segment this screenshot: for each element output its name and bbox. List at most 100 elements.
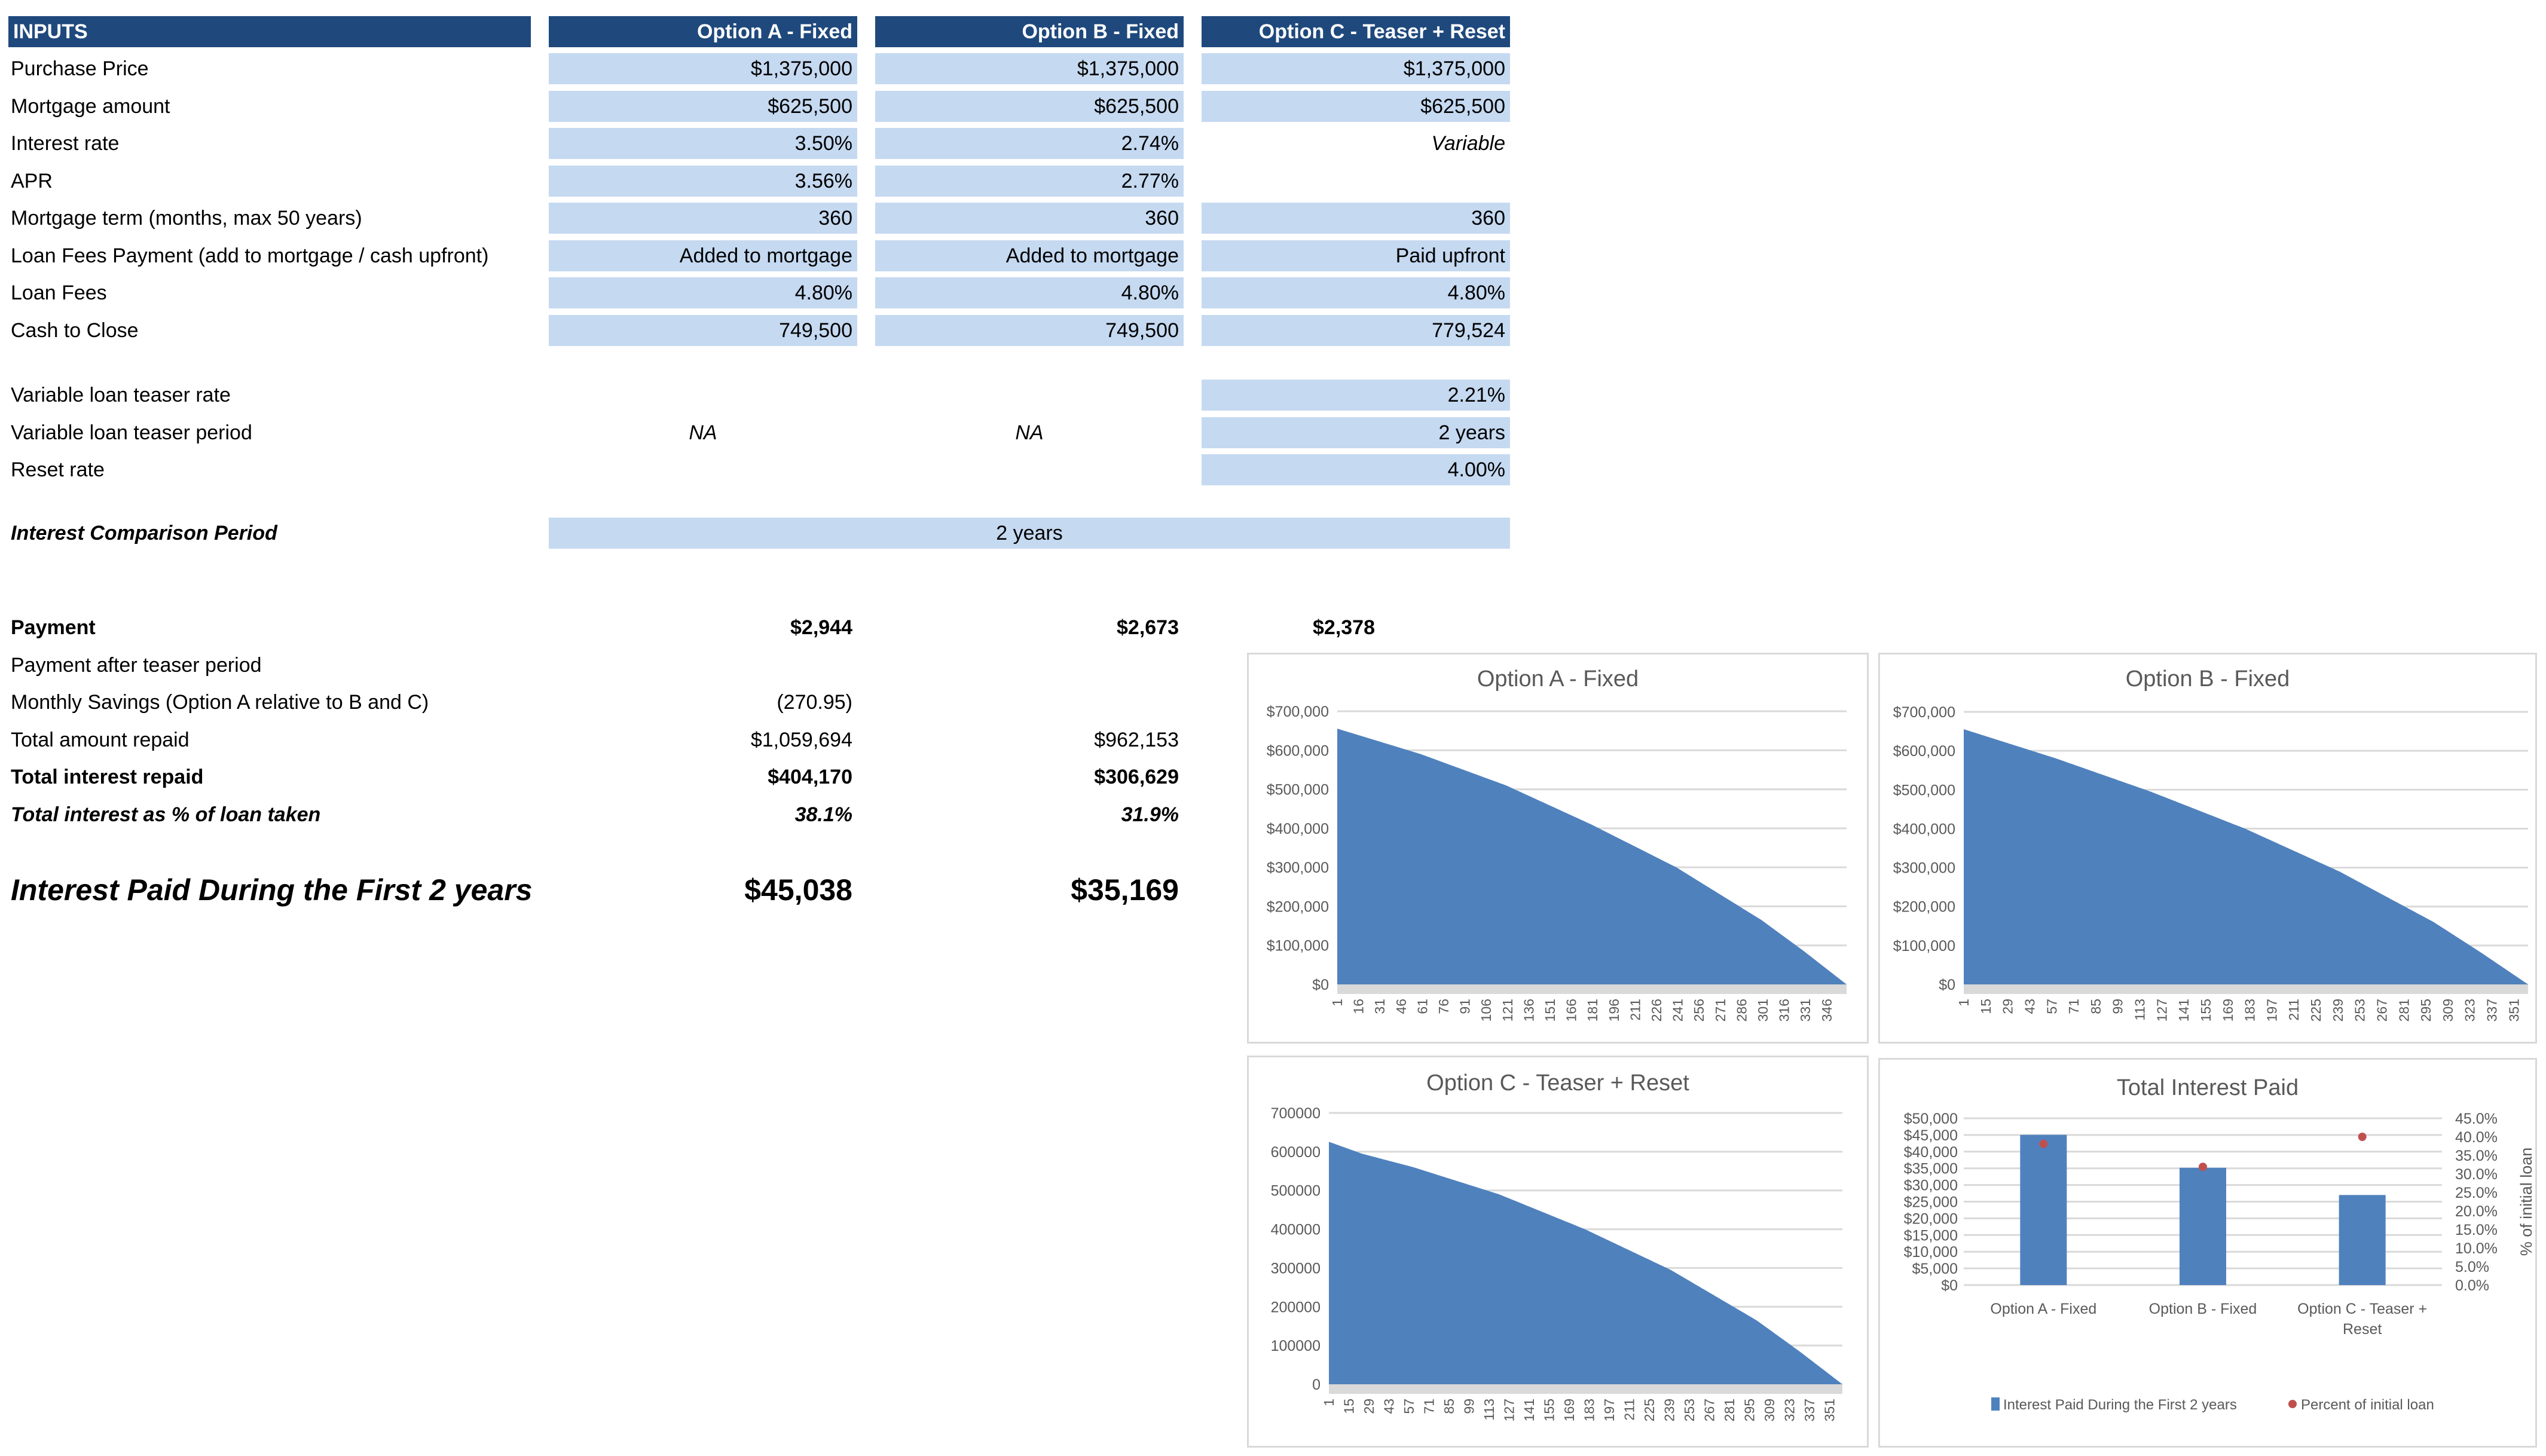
x-category-label: Option B - Fixed: [2149, 1301, 2257, 1317]
x-tick-label: 99: [2110, 999, 2126, 1014]
x-tick-label: 316: [1777, 999, 1792, 1021]
x-tick-label: 71: [2066, 999, 2082, 1014]
input-option-c[interactable]: 4.80%: [1202, 277, 1510, 308]
variable-input-option-c[interactable]: 2 years: [1202, 417, 1510, 448]
x-tick-label: 267: [2374, 999, 2389, 1021]
area-series: [1329, 1142, 1842, 1384]
x-tick-label: 281: [1722, 1399, 1737, 1421]
x-category-label: Option C - Teaser + Reset: [2297, 1301, 2427, 1338]
y-tick-label: $20,000: [1904, 1210, 1958, 1227]
y2-tick-label: 30.0%: [2455, 1166, 2498, 1183]
variable-row-label: Variable loan teaser period: [11, 421, 252, 444]
input-option-c[interactable]: 779,524: [1202, 314, 1510, 346]
input-option-b[interactable]: 360: [875, 203, 1184, 234]
variable-input-option-c[interactable]: 4.00%: [1202, 454, 1510, 485]
y2-tick-label: 25.0%: [2455, 1185, 2498, 1201]
y-tick-label: $400,000: [1267, 821, 1329, 837]
input-option-c: Variable: [1431, 132, 1505, 155]
input-option-a[interactable]: 749,500: [549, 314, 857, 346]
input-row-label: Cash to Close: [11, 319, 139, 342]
x-tick-label: 337: [1802, 1399, 1817, 1421]
result-value-option-a: (270.95): [777, 691, 852, 714]
x-tick-label: 211: [1627, 999, 1643, 1021]
y-tick-label: $10,000: [1904, 1244, 1958, 1261]
x-tick-label: 76: [1436, 999, 1451, 1014]
input-option-a[interactable]: 3.50%: [549, 128, 857, 159]
column-header-option-a: Option A - Fixed: [549, 16, 857, 47]
y-tick-label: 500000: [1271, 1183, 1321, 1200]
x-tick-label: 351: [2506, 999, 2521, 1021]
y-tick-label: 300000: [1271, 1260, 1321, 1277]
input-option-a[interactable]: Added to mortgage: [549, 240, 857, 271]
input-option-b[interactable]: $1,375,000: [875, 53, 1184, 84]
x-category-label-line: Option C - Teaser +: [2297, 1301, 2427, 1317]
input-option-b[interactable]: 2.74%: [875, 128, 1184, 159]
input-option-b[interactable]: 749,500: [875, 314, 1184, 346]
input-option-c[interactable]: $625,500: [1202, 90, 1510, 122]
chart-option-c[interactable]: Option C - Teaser + Reset 0 100000 200000 3…: [1247, 1056, 1869, 1448]
bar: [2339, 1195, 2386, 1285]
y-tick-label: 200000: [1271, 1299, 1321, 1316]
y-tick-label: 700000: [1271, 1105, 1321, 1122]
chart-option-b[interactable]: Option B - Fixed $0 $100,000 $200,000 $300,…: [1878, 653, 2537, 1044]
result-value-option-b: $306,629: [1094, 766, 1179, 788]
x-category-label-line: Reset: [2343, 1321, 2382, 1338]
y-tick-label: $500,000: [1267, 782, 1329, 799]
area-series: [1337, 729, 1847, 984]
headline-value-option-b: $35,169: [1071, 873, 1179, 907]
input-option-b[interactable]: $625,500: [875, 90, 1184, 122]
x-tick-label: 256: [1691, 999, 1707, 1021]
y-tick-label: $30,000: [1904, 1177, 1958, 1194]
result-value-option-b: $962,153: [1094, 729, 1179, 751]
comparison-period-input[interactable]: 2 years: [549, 518, 1510, 549]
input-option-c[interactable]: Paid upfront: [1202, 240, 1510, 271]
y-tick-label: $35,000: [1904, 1161, 1958, 1177]
x-tick-label: 241: [1670, 999, 1686, 1021]
x-tick-label: 286: [1734, 999, 1749, 1021]
chart-total-interest[interactable]: Total Interest Paid $0 $5,000 $10,000 $15,0…: [1878, 1058, 2537, 1448]
result-value-option-b: $2,673: [1117, 616, 1179, 639]
x-tick-label: 43: [2022, 999, 2037, 1014]
x-tick-label: 183: [2242, 999, 2258, 1021]
x-tick-label: 309: [1762, 1399, 1777, 1421]
x-tick-label: 57: [2044, 999, 2059, 1014]
chart-option-a-svg: $0 $100,000 $200,000 $300,000 $400,000 $500,0…: [1267, 703, 1847, 1021]
y2-tick-label: 0.0%: [2455, 1277, 2489, 1294]
input-option-b[interactable]: 2.77%: [875, 165, 1184, 197]
x-tick-label: 43: [1381, 1399, 1396, 1414]
headline-label: Interest Paid During the First 2 years: [11, 873, 533, 907]
input-option-a[interactable]: $625,500: [549, 90, 857, 122]
y-tick-label: $0: [1939, 977, 1955, 993]
y-tick-label: $700,000: [1267, 703, 1329, 720]
x-tick-label: 166: [1564, 999, 1579, 1021]
x-tick-label: 71: [1421, 1399, 1436, 1414]
input-option-c[interactable]: 360: [1202, 203, 1510, 234]
input-option-a[interactable]: 360: [549, 203, 857, 234]
variable-input-option-c[interactable]: 2.21%: [1202, 380, 1510, 411]
x-tick-label: 323: [2462, 999, 2478, 1021]
input-option-a[interactable]: 4.80%: [549, 277, 857, 308]
result-row-label: Payment after teaser period: [11, 654, 262, 677]
result-value-option-a: $2,944: [790, 616, 852, 639]
x-tick-label: 211: [2286, 999, 2302, 1021]
input-option-a[interactable]: 3.56%: [549, 165, 857, 197]
input-option-b[interactable]: Added to mortgage: [875, 240, 1184, 271]
x-tick-label: 253: [2352, 999, 2368, 1021]
x-tick-label: 331: [1798, 999, 1813, 1021]
input-row-label: APR: [11, 169, 53, 192]
result-row-label: Total interest as % of loan taken: [11, 803, 321, 826]
y-tick-label: $0: [1941, 1277, 1958, 1294]
input-option-c[interactable]: $1,375,000: [1202, 53, 1510, 84]
x-tick-label: 29: [1361, 1399, 1377, 1414]
input-option-a[interactable]: $1,375,000: [549, 53, 857, 84]
chart-option-a[interactable]: Option A - Fixed $0 $100,000 $200,000 $300,…: [1247, 653, 1869, 1044]
x-tick-label: 127: [1501, 1399, 1517, 1421]
column-header-option-c: Option C - Teaser + Reset: [1202, 16, 1510, 47]
y-tick-label: $500,000: [1893, 782, 1955, 799]
x-tick-label: 226: [1649, 999, 1664, 1021]
x-tick-label: 301: [1755, 999, 1771, 1021]
x-tick-label: 136: [1521, 999, 1536, 1021]
x-tick-label: 225: [2308, 999, 2324, 1021]
input-row-label: Purchase Price: [11, 57, 149, 80]
input-option-b[interactable]: 4.80%: [875, 277, 1184, 308]
